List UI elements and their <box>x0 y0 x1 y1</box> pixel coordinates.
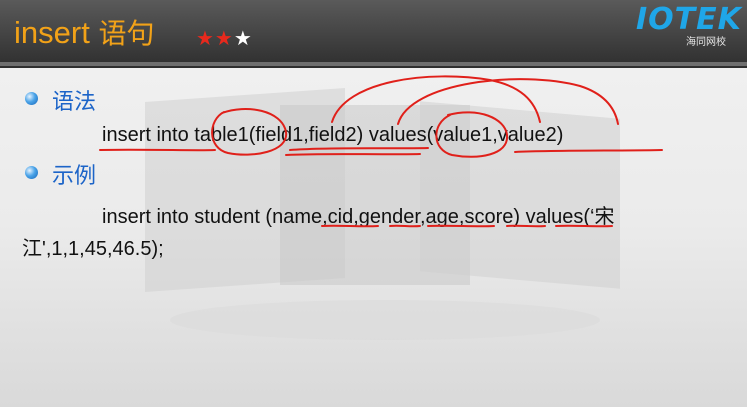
bullet-icon <box>25 92 38 105</box>
title-keyword: insert <box>14 15 90 50</box>
title-chinese: 语句 <box>98 17 155 50</box>
slide-title: insert 语句 <box>14 12 154 52</box>
section-heading-syntax: 语法 <box>52 90 97 115</box>
background-shadow <box>170 300 600 340</box>
syntax-code-line: insert into table1(field1,field2) values… <box>102 124 564 146</box>
logo-subtitle: 海同网校 <box>686 37 726 48</box>
bullet-icon <box>25 166 38 179</box>
slide: insert 语句 ★★★ IOTEK 海同网校 语法 insert into … <box>0 0 747 407</box>
difficulty-stars: ★★★ <box>196 26 253 51</box>
logo-text: IOTEK <box>636 2 742 37</box>
header-divider <box>0 62 747 66</box>
example-code-line-2: 江',1,1,45,46.5); <box>22 238 164 260</box>
brand-logo: IOTEK 海同网校 <box>630 2 742 48</box>
slide-header: insert 语句 ★★★ IOTEK 海同网校 <box>0 0 747 68</box>
star-empty-icon: ★ <box>233 28 253 50</box>
star-filled-icon: ★★ <box>196 28 234 50</box>
section-heading-example: 示例 <box>52 164 97 189</box>
example-code-line-1: insert into student (name,cid,gender,age… <box>102 206 615 228</box>
